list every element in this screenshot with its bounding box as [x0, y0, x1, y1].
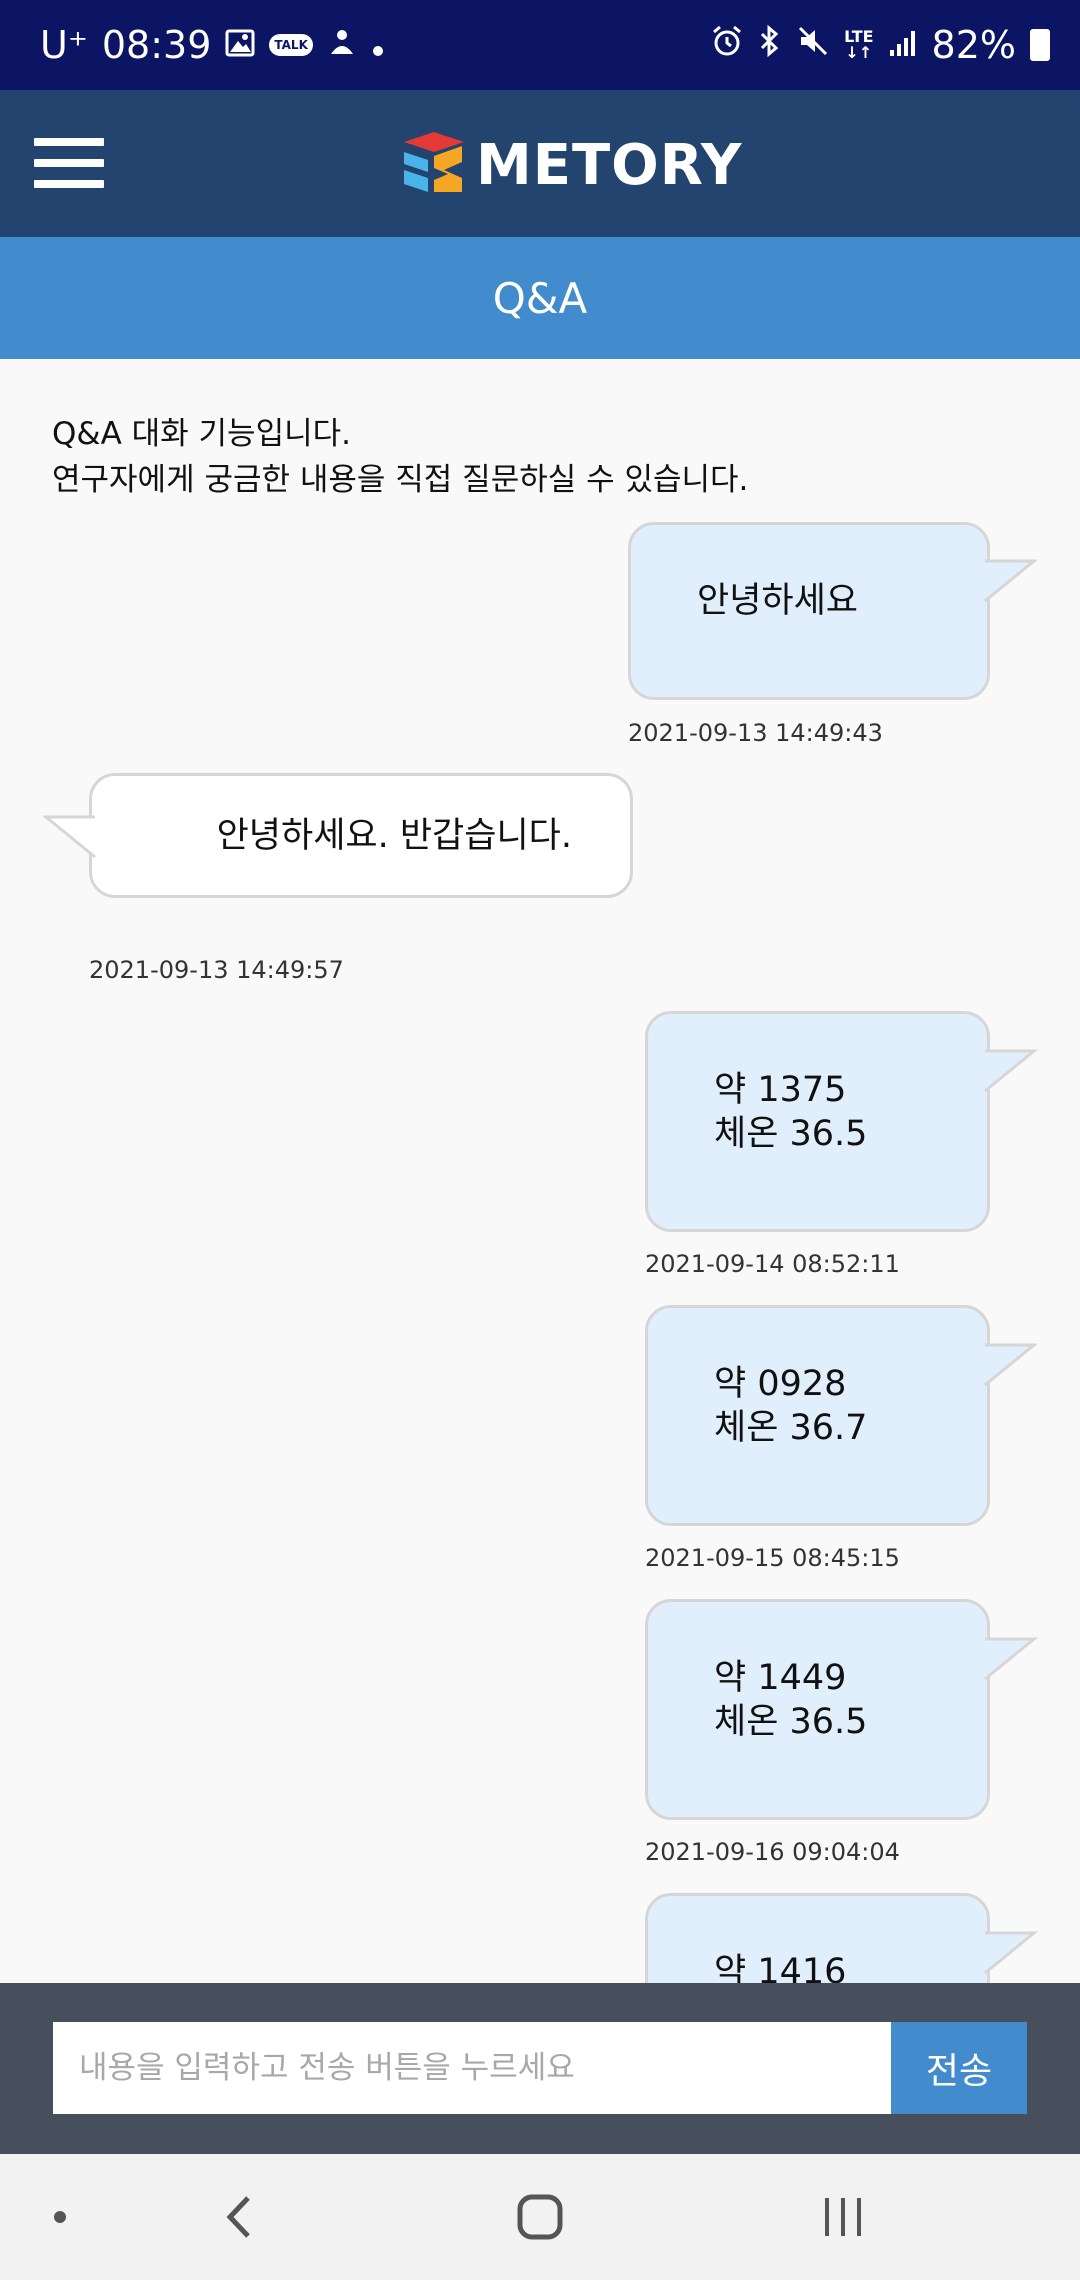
chat-area[interactable]: Q&A 대화 기능입니다. 연구자에게 궁금한 내용을 직접 질문하실 수 있습…	[0, 359, 1080, 1983]
message-text: 약 1416	[714, 1952, 847, 1983]
my-message-bubble: 약 1416	[645, 1893, 990, 1983]
message-text: 약 1449	[714, 1658, 847, 1698]
message-text: 안녕하세요	[697, 581, 859, 621]
message-text: 안녕하세요. 반갑습니다.	[216, 816, 572, 856]
message-timestamp: 2021-09-13 14:49:43	[628, 719, 883, 747]
message-text: 체온 36.5	[714, 1114, 868, 1154]
intro-line-2: 연구자에게 궁금한 내용을 직접 질문하실 수 있습니다.	[52, 462, 749, 498]
bubble-tail-right	[984, 1637, 1038, 1681]
my-message-bubble: 안녕하세요	[628, 522, 990, 700]
notification-app-icon	[327, 23, 357, 67]
battery-percent: 82%	[931, 23, 1016, 67]
clock: 08:39	[101, 23, 212, 67]
my-message-bubble: 약 1375 체온 36.5	[645, 1011, 990, 1232]
intro-text: Q&A 대화 기능입니다. 연구자에게 궁금한 내용을 직접 질문하실 수 있습…	[52, 411, 748, 503]
message-input-bar: 전송	[0, 1983, 1080, 2154]
system-nav-bar	[0, 2154, 1080, 2280]
message-text: 체온 36.7	[714, 1408, 868, 1448]
bubble-tail-right	[984, 559, 1038, 603]
message-timestamp: 2021-09-14 08:52:11	[645, 1250, 900, 1278]
message-timestamp: 2021-09-13 14:49:57	[89, 956, 344, 984]
more-notifications-dot-icon	[371, 23, 385, 67]
mute-icon	[796, 23, 830, 67]
signal-icon	[888, 23, 918, 67]
bubble-tail-left	[42, 815, 96, 859]
my-message-bubble: 약 1449 체온 36.5	[645, 1599, 990, 1820]
message-input[interactable]	[53, 2022, 891, 2114]
bubble-tail-right	[984, 1049, 1038, 1093]
lte-icon: LTE ↓↑	[844, 27, 874, 62]
message-text: 약 1375	[714, 1070, 847, 1110]
other-message-bubble: 안녕하세요. 반갑습니다.	[89, 773, 633, 898]
bubble-tail-right	[984, 1931, 1038, 1975]
message-timestamp: 2021-09-15 08:45:15	[645, 1544, 900, 1572]
kakaotalk-icon: TALK	[269, 34, 313, 56]
home-icon[interactable]	[500, 2154, 580, 2280]
bluetooth-icon	[758, 23, 782, 67]
nav-dot-icon	[40, 2154, 80, 2280]
recent-apps-icon[interactable]	[803, 2154, 883, 2280]
menu-icon[interactable]	[34, 138, 104, 188]
my-message-bubble: 약 0928 체온 36.7	[645, 1305, 990, 1526]
message-timestamp: 2021-09-16 09:04:04	[645, 1838, 900, 1866]
message-text: 약 0928	[714, 1364, 847, 1404]
bubble-tail-right	[984, 1343, 1038, 1387]
app-logo: METORY	[400, 128, 742, 202]
page-title-bar: Q&A	[0, 237, 1080, 359]
intro-line-1: Q&A 대화 기능입니다.	[52, 416, 351, 452]
message-text: 체온 36.5	[714, 1702, 868, 1742]
send-button[interactable]: 전송	[891, 2022, 1027, 2114]
alarm-icon	[710, 23, 744, 67]
gallery-icon	[225, 23, 255, 67]
back-icon[interactable]	[200, 2154, 280, 2280]
app-header: METORY	[0, 90, 1080, 237]
carrier-label: U⁺	[40, 23, 88, 67]
logo-mark-icon	[400, 128, 470, 202]
logo-text: METORY	[476, 132, 743, 198]
battery-icon	[1030, 29, 1050, 61]
page-title: Q&A	[492, 273, 588, 323]
status-bar: U⁺ 08:39 TALK LTE ↓↑ 82%	[0, 0, 1080, 90]
